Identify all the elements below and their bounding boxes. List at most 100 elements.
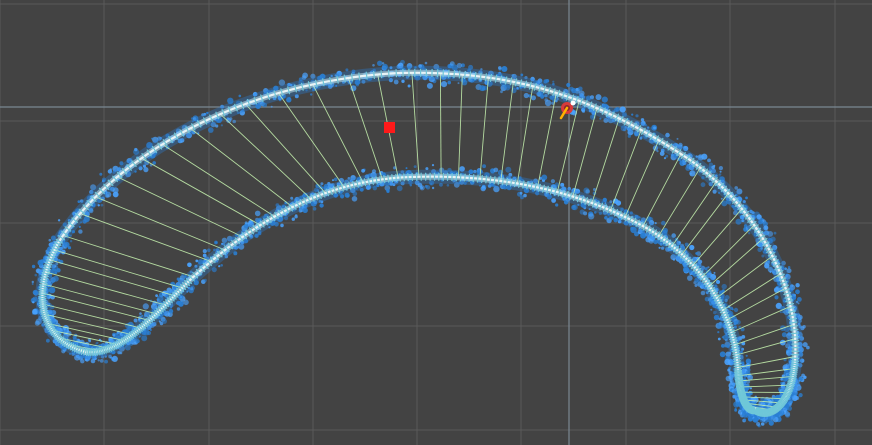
spray-particle — [57, 219, 61, 222]
spray-particle — [312, 207, 317, 211]
mesh-rung — [642, 153, 682, 227]
spray-particle — [541, 174, 548, 181]
spray-particle — [653, 126, 657, 130]
spray-particle — [748, 232, 751, 235]
vertex-tick — [459, 173, 462, 182]
spray-particle — [735, 218, 742, 225]
spray-particle — [713, 271, 716, 274]
spray-particle — [482, 164, 486, 169]
spray-particle — [294, 215, 298, 219]
spray-particle — [601, 96, 608, 103]
spray-particle — [218, 265, 221, 268]
mesh-rung — [411, 72, 420, 177]
spray-particle — [88, 339, 91, 343]
vertex-tick — [791, 336, 800, 338]
spray-particle — [291, 217, 295, 221]
red-square-marker[interactable] — [384, 122, 395, 133]
shape-outline — [39, 69, 799, 417]
spray-particle — [187, 262, 192, 268]
spray-particle — [672, 258, 676, 261]
vertex-tick — [489, 175, 492, 184]
spray-particle — [69, 240, 73, 243]
spray-particle — [31, 280, 34, 284]
spray-particle — [719, 351, 726, 358]
spray-particle — [215, 124, 219, 128]
spray-particle — [583, 211, 588, 216]
spray-particle — [396, 185, 403, 192]
spray-particle — [426, 82, 433, 89]
spray-particle — [523, 193, 527, 198]
spray-particle — [220, 124, 223, 127]
mesh-rung — [117, 176, 243, 238]
scene-canvas[interactable] — [0, 0, 872, 445]
spray-particle — [134, 147, 138, 152]
spray-particle — [78, 229, 83, 234]
vertex-tick — [453, 70, 456, 79]
vertex-tick — [391, 174, 394, 183]
spray-particle — [143, 167, 149, 173]
spray-particle — [505, 166, 512, 173]
spray-particle — [595, 94, 602, 101]
spray-particle — [371, 169, 377, 174]
mesh-rung — [479, 77, 489, 179]
spray-particle — [254, 210, 261, 217]
vertex-tick — [464, 70, 466, 79]
vertex-tick — [373, 70, 375, 79]
spray-particle — [72, 335, 77, 340]
vertex-tick — [464, 173, 466, 182]
spray-particle — [555, 203, 559, 207]
spray-particle — [798, 393, 803, 398]
editor-viewport[interactable] — [0, 0, 872, 445]
mesh-rung — [658, 167, 701, 237]
vertex-tick — [481, 174, 483, 183]
spray-particle — [31, 264, 36, 269]
spray-particle — [745, 354, 748, 357]
particle-spray — [30, 59, 810, 428]
vertex-tick — [447, 69, 450, 78]
spray-particle — [689, 172, 692, 175]
spray-particle — [46, 338, 50, 343]
spray-particle — [734, 186, 738, 190]
spray-particle — [104, 359, 108, 364]
spray-particle — [99, 172, 103, 176]
vertex-tick — [734, 369, 743, 372]
spray-particle — [424, 61, 428, 65]
spray-particle — [419, 185, 425, 191]
spray-particle — [446, 184, 450, 187]
spray-particle — [457, 82, 460, 85]
spray-particle — [183, 299, 189, 306]
spray-particle — [531, 95, 536, 101]
spray-particle — [176, 277, 180, 281]
vertex-tick — [387, 69, 390, 78]
spray-particle — [229, 117, 233, 121]
spray-particle — [333, 177, 338, 182]
spray-particle — [310, 93, 313, 96]
spray-particle — [320, 182, 324, 186]
spray-particle — [756, 422, 761, 426]
vertex-tick — [734, 374, 743, 376]
spray-particle — [149, 329, 152, 331]
spray-particle — [178, 301, 184, 307]
vertex-tick — [472, 174, 475, 183]
mesh-rung — [458, 74, 463, 178]
spray-particle — [734, 408, 738, 412]
spray-particle — [152, 161, 156, 165]
spray-particle — [111, 355, 118, 362]
spray-particle — [571, 204, 577, 211]
spray-particle — [109, 168, 113, 171]
spray-particle — [112, 334, 116, 337]
spray-particle — [447, 80, 452, 85]
spray-particle — [99, 359, 104, 363]
spray-particle — [707, 266, 710, 269]
gizmo-tip — [570, 100, 576, 106]
spray-particle — [585, 189, 590, 194]
mesh-rung — [671, 181, 717, 247]
vertex-tick — [395, 69, 398, 78]
spray-particle — [551, 198, 556, 203]
vertex-tick — [92, 348, 95, 357]
mesh-rungs — [42, 72, 796, 414]
spray-particle — [721, 344, 725, 348]
spray-particle — [578, 86, 583, 92]
vertex-tick — [476, 174, 479, 183]
spray-particle — [319, 203, 324, 208]
